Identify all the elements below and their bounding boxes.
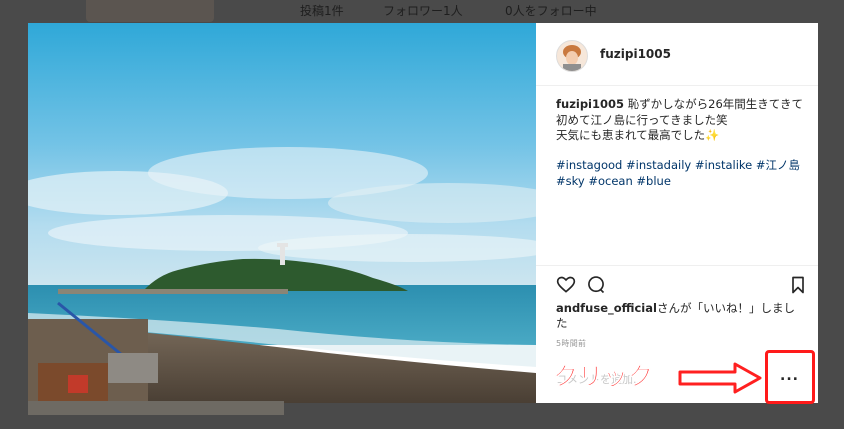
post-hashtags: #instagood #instadaily #instalike #江ノ島 #… — [556, 158, 806, 189]
post-header: fuzipi1005 — [536, 23, 818, 86]
actions-divider — [536, 265, 818, 266]
bookmark-icon[interactable] — [788, 275, 808, 295]
caption-line-2: 初めて江ノ島に行ってきました笑 — [556, 112, 728, 127]
hashtags-line-2[interactable]: #sky #ocean #blue — [556, 174, 671, 188]
like-username[interactable]: andfuse_official — [556, 301, 657, 315]
followers-count: フォロワー1人 — [383, 4, 463, 18]
photo-strip — [28, 401, 284, 415]
comment-icon[interactable] — [586, 275, 606, 295]
hashtags-line-1[interactable]: #instagood #instadaily #instalike #江ノ島 — [556, 158, 800, 172]
avatar[interactable] — [556, 40, 588, 72]
more-options-icon: ... — [780, 368, 799, 384]
background-avatar — [86, 0, 214, 22]
more-options-button[interactable]: ... — [765, 350, 815, 404]
post-sidebar: fuzipi1005 fuzipi1005 恥ずかしながら26年間生きてきて 初… — [536, 23, 818, 403]
post-caption: fuzipi1005 恥ずかしながら26年間生きてきて 初めて江ノ島に行ってきま… — [556, 97, 806, 144]
following-count: 0人をフォロー中 — [505, 4, 597, 18]
posts-count: 投稿1件 — [300, 4, 344, 18]
background-profile-header: 投稿1件 フォロワー1人 0人をフォロー中 — [0, 0, 844, 24]
click-annotation: クリック — [553, 362, 654, 392]
heart-icon[interactable] — [556, 275, 576, 295]
post-modal: fuzipi1005 fuzipi1005 恥ずかしながら26年間生きてきて 初… — [28, 23, 818, 403]
caption-username[interactable]: fuzipi1005 — [556, 97, 624, 111]
likes-text: andfuse_officialさんが「いいね！」しました — [556, 301, 804, 331]
post-timestamp[interactable]: 5時間前 — [556, 338, 586, 349]
post-username[interactable]: fuzipi1005 — [600, 47, 671, 61]
arrow-icon — [678, 362, 762, 394]
post-photo — [28, 23, 536, 403]
caption-line-1: 恥ずかしながら26年間生きてきて — [627, 97, 803, 111]
caption-line-3: 天気にも恵まれて最高でした✨ — [556, 128, 720, 142]
